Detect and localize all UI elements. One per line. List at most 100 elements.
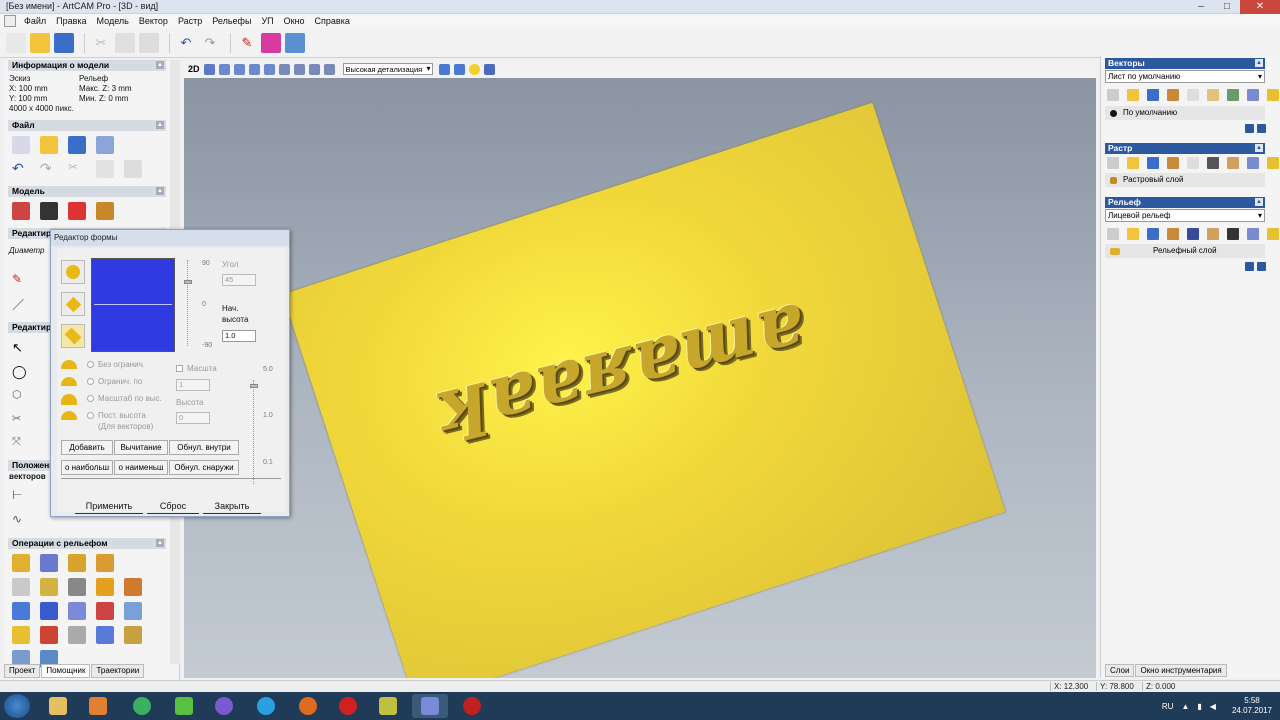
language-indicator[interactable]: RU — [1162, 702, 1174, 711]
relief-header[interactable]: Рельеф ▲ — [1105, 197, 1265, 208]
rel-save-icon[interactable] — [1147, 228, 1159, 240]
unlimited-radio[interactable] — [87, 361, 94, 368]
tab-project[interactable]: Проект — [4, 664, 41, 678]
ellipse-tool-icon[interactable]: ◯ — [12, 364, 30, 382]
taskbar-firefox-icon[interactable] — [290, 694, 326, 718]
vec-light-icon[interactable] — [1267, 89, 1279, 101]
model-size-icon[interactable] — [12, 202, 30, 220]
vec-paste-icon[interactable] — [1207, 89, 1219, 101]
import-icon[interactable] — [96, 136, 114, 154]
ras-clear-icon[interactable] — [1247, 157, 1259, 169]
relief-op-15-icon[interactable] — [12, 626, 30, 644]
light-bulb-icon[interactable] — [468, 63, 480, 75]
zoom-out-icon[interactable] — [233, 63, 245, 75]
scale-checkbox[interactable] — [176, 365, 183, 372]
material-icon[interactable] — [483, 63, 495, 75]
ras-save-icon[interactable] — [1147, 157, 1159, 169]
tab-assistant[interactable]: Помощник — [41, 664, 91, 678]
relief-op-10-icon[interactable] — [12, 602, 30, 620]
paste-left-icon[interactable] — [124, 160, 142, 178]
const-height-radio[interactable] — [87, 412, 94, 419]
tray-up-icon[interactable]: ▲ — [1181, 702, 1189, 711]
relief-op-6-icon[interactable] — [40, 578, 58, 596]
volume-icon[interactable]: ◀ — [1210, 702, 1216, 711]
relief-op-8-icon[interactable] — [96, 578, 114, 596]
zoom-fit-icon[interactable] — [263, 63, 275, 75]
file-section-header[interactable]: Файл ▲ — [8, 120, 166, 131]
vector-layer-default[interactable]: По умолчанию — [1105, 106, 1265, 120]
copy-left-icon[interactable] — [96, 160, 114, 178]
ras-copy-icon[interactable] — [1187, 157, 1199, 169]
raster-header[interactable]: Растр ▲ — [1105, 143, 1265, 154]
tab-toolpaths[interactable]: Траектории — [91, 664, 145, 678]
relief-layer[interactable]: Рельефный слой — [1105, 244, 1265, 258]
rel-combine-icon[interactable] — [1207, 228, 1219, 240]
menu-file[interactable]: Файл — [19, 16, 51, 26]
taskbar-artcam-icon[interactable] — [412, 694, 448, 718]
flat-profile-button[interactable] — [61, 324, 85, 348]
maximize-button[interactable]: □ — [1214, 0, 1240, 14]
relief-ops-header[interactable]: Операции с рельефом ▲ — [8, 538, 166, 549]
align-icon[interactable]: ⊢ — [12, 488, 30, 506]
zero-outside-button[interactable]: Обнул. снаружи — [169, 460, 239, 475]
taskbar-opera-icon[interactable] — [330, 694, 366, 718]
height-input[interactable]: 0 — [176, 412, 210, 424]
cut-icon[interactable]: ✂ — [91, 33, 111, 53]
close-window-button[interactable]: ✕ — [1240, 0, 1280, 14]
reset-button[interactable]: Сброс — [147, 498, 199, 514]
menu-reliefs[interactable]: Рельефы — [207, 16, 256, 26]
vec-copy-icon[interactable] — [1187, 89, 1199, 101]
wizard-icon[interactable] — [285, 32, 305, 53]
render-icon[interactable] — [438, 63, 450, 75]
3d-viewport[interactable]: ʞɐɐʁɐɯɐ — [184, 78, 1096, 678]
top-view-icon[interactable] — [323, 63, 335, 75]
scissors-vector-icon[interactable]: ✂ — [12, 412, 30, 430]
angle-input[interactable]: 45 — [222, 274, 256, 286]
menu-toolpaths[interactable]: УП — [256, 16, 278, 26]
save-icon[interactable] — [54, 32, 74, 53]
angle-slider[interactable] — [184, 260, 197, 346]
rel-new-icon[interactable] — [1107, 228, 1119, 240]
copy-icon[interactable] — [115, 32, 135, 53]
vec-up-icon[interactable] — [1245, 124, 1254, 133]
relief-op-7-icon[interactable] — [68, 578, 86, 596]
merge-highest-button[interactable]: о наибольш — [61, 460, 113, 475]
scale-height-radio[interactable] — [87, 395, 94, 402]
rel-merge-icon[interactable] — [1167, 228, 1179, 240]
zero-inside-button[interactable]: Обнул. внутри — [169, 440, 239, 455]
relief-op-2-icon[interactable] — [40, 554, 58, 572]
scale-input[interactable]: 1 — [176, 379, 210, 391]
open-model-icon[interactable] — [40, 136, 58, 154]
ras-color-icon[interactable] — [1227, 157, 1239, 169]
ras-light-icon[interactable] — [1267, 157, 1279, 169]
shading-icon[interactable] — [453, 63, 465, 75]
rel-up-icon[interactable] — [1245, 262, 1254, 271]
side-view-icon[interactable] — [308, 63, 320, 75]
ras-new-icon[interactable] — [1107, 157, 1119, 169]
front-view-icon[interactable] — [293, 63, 305, 75]
taskbar-recorder-icon[interactable] — [454, 694, 490, 718]
vec-group-icon[interactable] — [1227, 89, 1239, 101]
relief-op-12-icon[interactable] — [68, 602, 86, 620]
taskbar-viber-icon[interactable] — [206, 694, 242, 718]
vector-sheet-select[interactable]: Лист по умолчанию — [1105, 70, 1265, 83]
menu-window[interactable]: Окно — [279, 16, 310, 26]
select-arrow-icon[interactable]: ↖ — [12, 340, 30, 358]
app-icon[interactable] — [4, 15, 16, 27]
relief-op-17-icon[interactable] — [68, 626, 86, 644]
eraser-icon[interactable] — [261, 32, 281, 53]
zoom-in-icon[interactable] — [218, 63, 230, 75]
scale-slider[interactable] — [250, 380, 261, 484]
taskbar-torrent-icon[interactable] — [166, 694, 202, 718]
raster-layer[interactable]: Растровый слой — [1105, 173, 1265, 187]
zoom-window-icon[interactable] — [248, 63, 260, 75]
relief-op-5-icon[interactable] — [12, 578, 30, 596]
relief-select[interactable]: Лицевой рельеф — [1105, 209, 1265, 222]
pan-icon[interactable] — [203, 63, 215, 75]
tab-layers[interactable]: Слои — [1105, 664, 1135, 677]
menu-edit[interactable]: Правка — [51, 16, 91, 26]
redo-icon[interactable]: ↷ — [200, 33, 220, 53]
tab-toolbox[interactable]: Окно инструментария — [1135, 664, 1227, 677]
relief-op-16-icon[interactable] — [40, 626, 58, 644]
new-file-icon[interactable] — [6, 32, 26, 53]
